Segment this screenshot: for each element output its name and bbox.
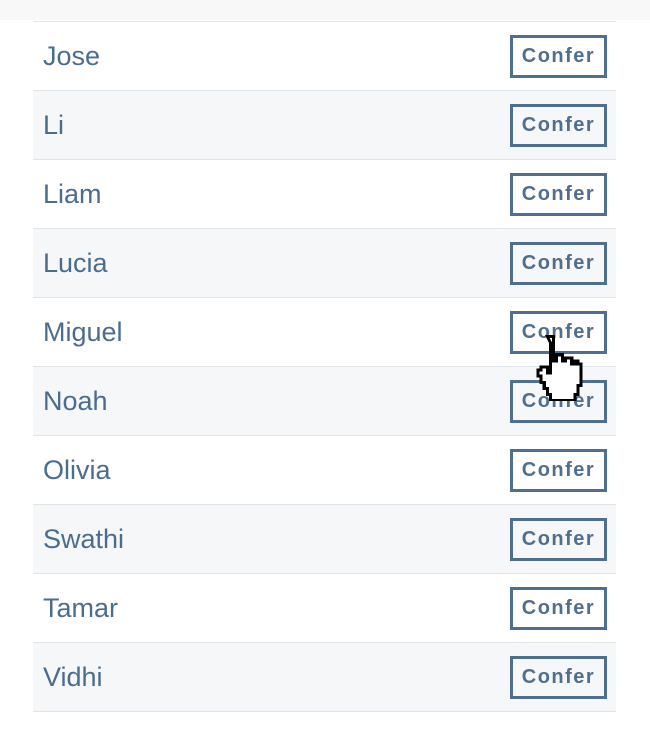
list-item: Lucia Confer: [33, 229, 616, 298]
confer-button[interactable]: Confer: [510, 310, 607, 354]
list-item: Li Confer: [33, 91, 616, 160]
confer-button[interactable]: Confer: [510, 379, 607, 423]
list-item: Vidhi Confer: [33, 643, 616, 712]
confer-button[interactable]: Confer: [510, 517, 607, 561]
confer-button[interactable]: Confer: [510, 172, 607, 216]
person-name: Miguel: [43, 316, 123, 347]
confer-button[interactable]: Confer: [510, 241, 607, 285]
confer-button[interactable]: Confer: [510, 34, 607, 78]
person-name: Tamar: [43, 592, 119, 623]
confer-button[interactable]: Confer: [510, 103, 607, 147]
list-item: Tamar Confer: [33, 574, 616, 643]
person-name: Swathi: [43, 523, 125, 554]
people-list: Jose Confer Li Confer Liam Confer Lucia …: [33, 21, 616, 712]
person-name: Noah: [43, 385, 108, 416]
confer-button[interactable]: Confer: [510, 448, 607, 492]
person-name: Liam: [43, 178, 102, 209]
list-item: Swathi Confer: [33, 505, 616, 574]
list-item: Miguel Confer: [33, 298, 616, 367]
list-item: Noah Confer: [33, 367, 616, 436]
list-item: Liam Confer: [33, 160, 616, 229]
list-item: Jose Confer: [33, 22, 616, 91]
confer-button[interactable]: Confer: [510, 655, 607, 699]
top-bar: [0, 0, 650, 20]
confer-button[interactable]: Confer: [510, 586, 607, 630]
person-name: Olivia: [43, 454, 111, 485]
person-name: Li: [43, 109, 65, 140]
person-name: Lucia: [43, 247, 108, 278]
person-name: Vidhi: [43, 661, 103, 692]
list-item: Olivia Confer: [33, 436, 616, 505]
person-name: Jose: [43, 40, 101, 71]
